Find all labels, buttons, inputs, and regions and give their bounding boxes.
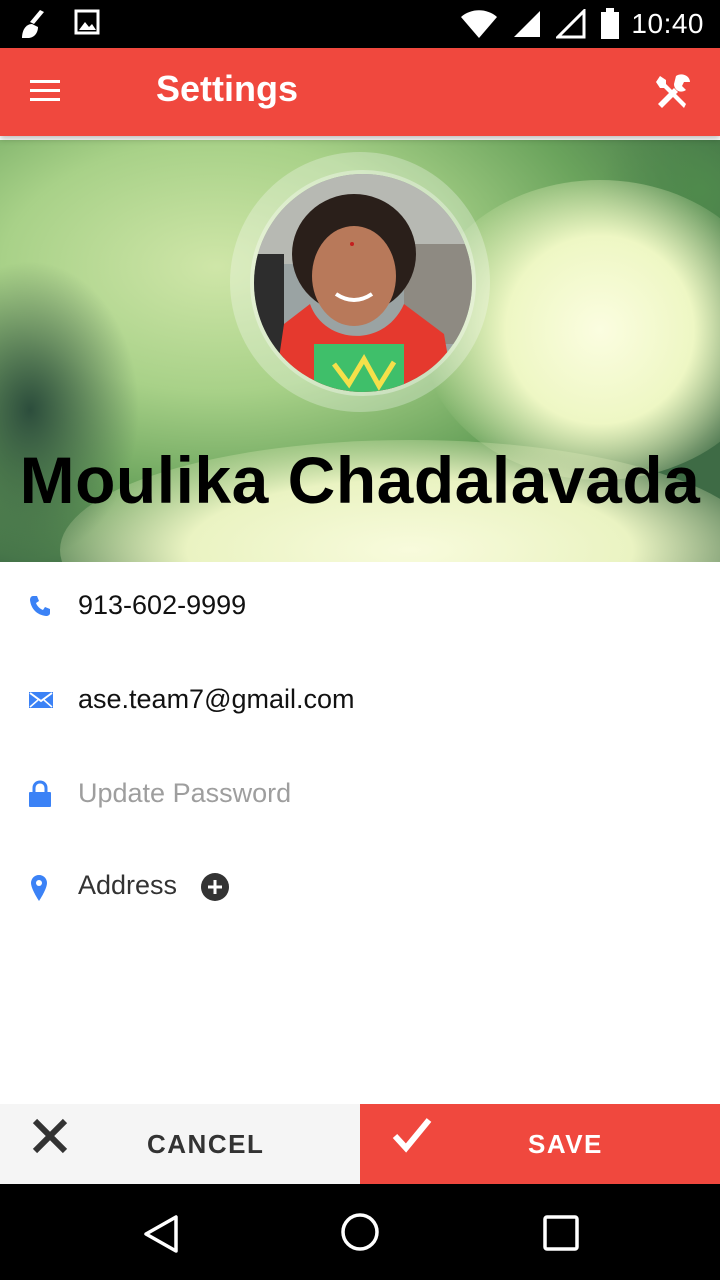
image-icon [74,8,100,45]
password-field[interactable]: Update Password [78,778,291,809]
add-circle-icon[interactable] [200,872,230,907]
password-row[interactable]: Update Password [0,750,720,842]
menu-icon[interactable] [28,78,62,109]
phone-icon [28,594,52,623]
app-bar: Settings [0,48,720,136]
back-icon[interactable] [142,1214,180,1259]
page-title: Settings [156,68,299,109]
clock: 10:40 [631,8,704,39]
email-value[interactable]: ase.team7@gmail.com [78,684,355,715]
address-row[interactable]: Address [0,842,720,934]
location-icon [30,874,48,907]
save-label: SAVE [528,1129,603,1159]
cleaner-icon [18,8,52,45]
cancel-label: CANCEL [147,1129,265,1159]
address-label: Address [78,870,178,900]
home-icon[interactable] [340,1212,380,1257]
action-bar: CANCEL SAVE [0,1104,720,1184]
check-icon [392,1116,432,1159]
signal-icon [512,9,542,44]
phone-row[interactable]: 913-602-9999 [0,562,720,654]
wifi-icon [460,9,498,44]
system-nav-bar [0,1184,720,1280]
email-icon [28,690,54,715]
tools-icon[interactable] [652,70,694,117]
recents-icon[interactable] [543,1215,579,1256]
battery-icon [600,8,620,45]
avatar[interactable] [250,170,476,396]
lock-icon [28,780,52,813]
phone-value[interactable]: 913-602-9999 [78,590,246,621]
status-bar: 10:40 [0,0,720,48]
cancel-button[interactable]: CANCEL [0,1104,360,1184]
profile-name: Moulika Chadalavada [19,443,701,517]
close-icon [30,1116,70,1161]
signal-empty-icon [554,7,586,44]
save-button[interactable]: SAVE [360,1104,720,1184]
email-row[interactable]: ase.team7@gmail.com [0,656,720,748]
